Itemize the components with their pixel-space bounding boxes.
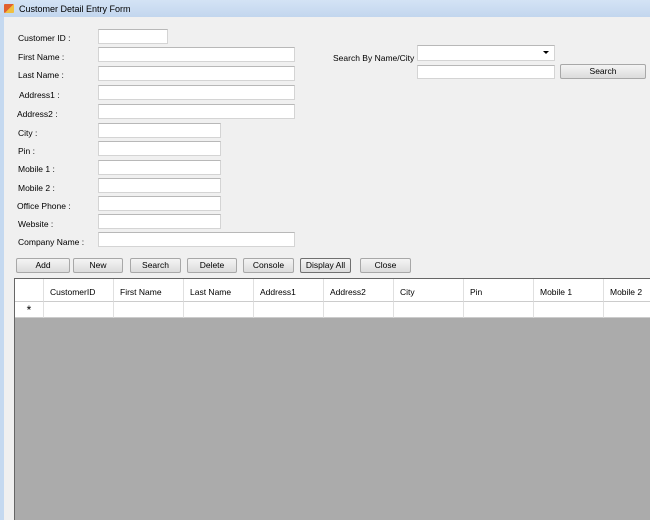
display-all-button[interactable]: Display All [300, 258, 351, 273]
customer-id-input[interactable] [98, 29, 168, 44]
grid-cell[interactable] [254, 302, 324, 318]
window-border [0, 0, 4, 520]
grid-cell[interactable] [114, 302, 184, 318]
address2-label: Address2 : [17, 109, 58, 119]
first-name-label: First Name : [18, 52, 65, 62]
column-header[interactable]: Mobile 1 [534, 279, 604, 302]
pin-input[interactable] [98, 141, 221, 156]
mobile2-label: Mobile 2 : [18, 183, 55, 193]
new-row-marker: * [15, 302, 44, 318]
website-label: Website : [18, 219, 54, 229]
grid-cell[interactable] [464, 302, 534, 318]
last-name-label: Last Name : [18, 70, 64, 80]
company-name-input[interactable] [98, 232, 295, 247]
city-input[interactable] [98, 123, 221, 138]
delete-button[interactable]: Delete [187, 258, 237, 273]
column-header[interactable]: CustomerID [44, 279, 114, 302]
last-name-input[interactable] [98, 66, 295, 81]
grid-cell[interactable] [44, 302, 114, 318]
column-header[interactable]: First Name [114, 279, 184, 302]
mobile1-input[interactable] [98, 160, 221, 175]
app-icon [4, 4, 14, 13]
company-name-label: Company Name : [18, 237, 85, 247]
search-by-combo[interactable] [417, 45, 555, 61]
customer-id-label: Customer ID : [18, 33, 71, 43]
grid-cell[interactable] [394, 302, 464, 318]
first-name-input[interactable] [98, 47, 295, 62]
grid-cell[interactable] [184, 302, 254, 318]
row-header-corner [15, 279, 44, 302]
column-header[interactable]: Last Name [184, 279, 254, 302]
address1-label: Address1 : [19, 90, 60, 100]
search-top-button[interactable]: Search [560, 64, 646, 79]
close-button[interactable]: Close [360, 258, 411, 273]
mobile2-input[interactable] [98, 178, 221, 193]
title-bar: Customer Detail Entry Form [0, 0, 650, 17]
customer-grid[interactable]: * CustomerID First Name Last Name Address1 A… [14, 278, 650, 520]
column-header[interactable]: Pin [464, 279, 534, 302]
search-by-label: Search By Name/City : [333, 53, 419, 63]
chevron-down-icon[interactable] [543, 51, 549, 54]
office-phone-input[interactable] [98, 196, 221, 211]
city-label: City : [18, 128, 38, 138]
new-button[interactable]: New [73, 258, 123, 273]
search-button[interactable]: Search [130, 258, 181, 273]
add-button[interactable]: Add [16, 258, 70, 273]
column-header[interactable]: Mobile 2 [604, 279, 650, 302]
column-header[interactable]: Address1 [254, 279, 324, 302]
grid-cell[interactable] [324, 302, 394, 318]
column-header[interactable]: Address2 [324, 279, 394, 302]
office-phone-label: Office Phone : [17, 201, 71, 211]
mobile1-label: Mobile 1 : [18, 164, 55, 174]
column-header[interactable]: City [394, 279, 464, 302]
console-button[interactable]: Console [243, 258, 294, 273]
window-title: Customer Detail Entry Form [19, 3, 131, 14]
website-input[interactable] [98, 214, 221, 229]
address2-input[interactable] [98, 104, 295, 119]
search-text-input[interactable] [417, 65, 555, 79]
address1-input[interactable] [98, 85, 295, 100]
pin-label: Pin : [18, 146, 36, 156]
grid-cell[interactable] [534, 302, 604, 318]
grid-cell[interactable] [604, 302, 650, 318]
